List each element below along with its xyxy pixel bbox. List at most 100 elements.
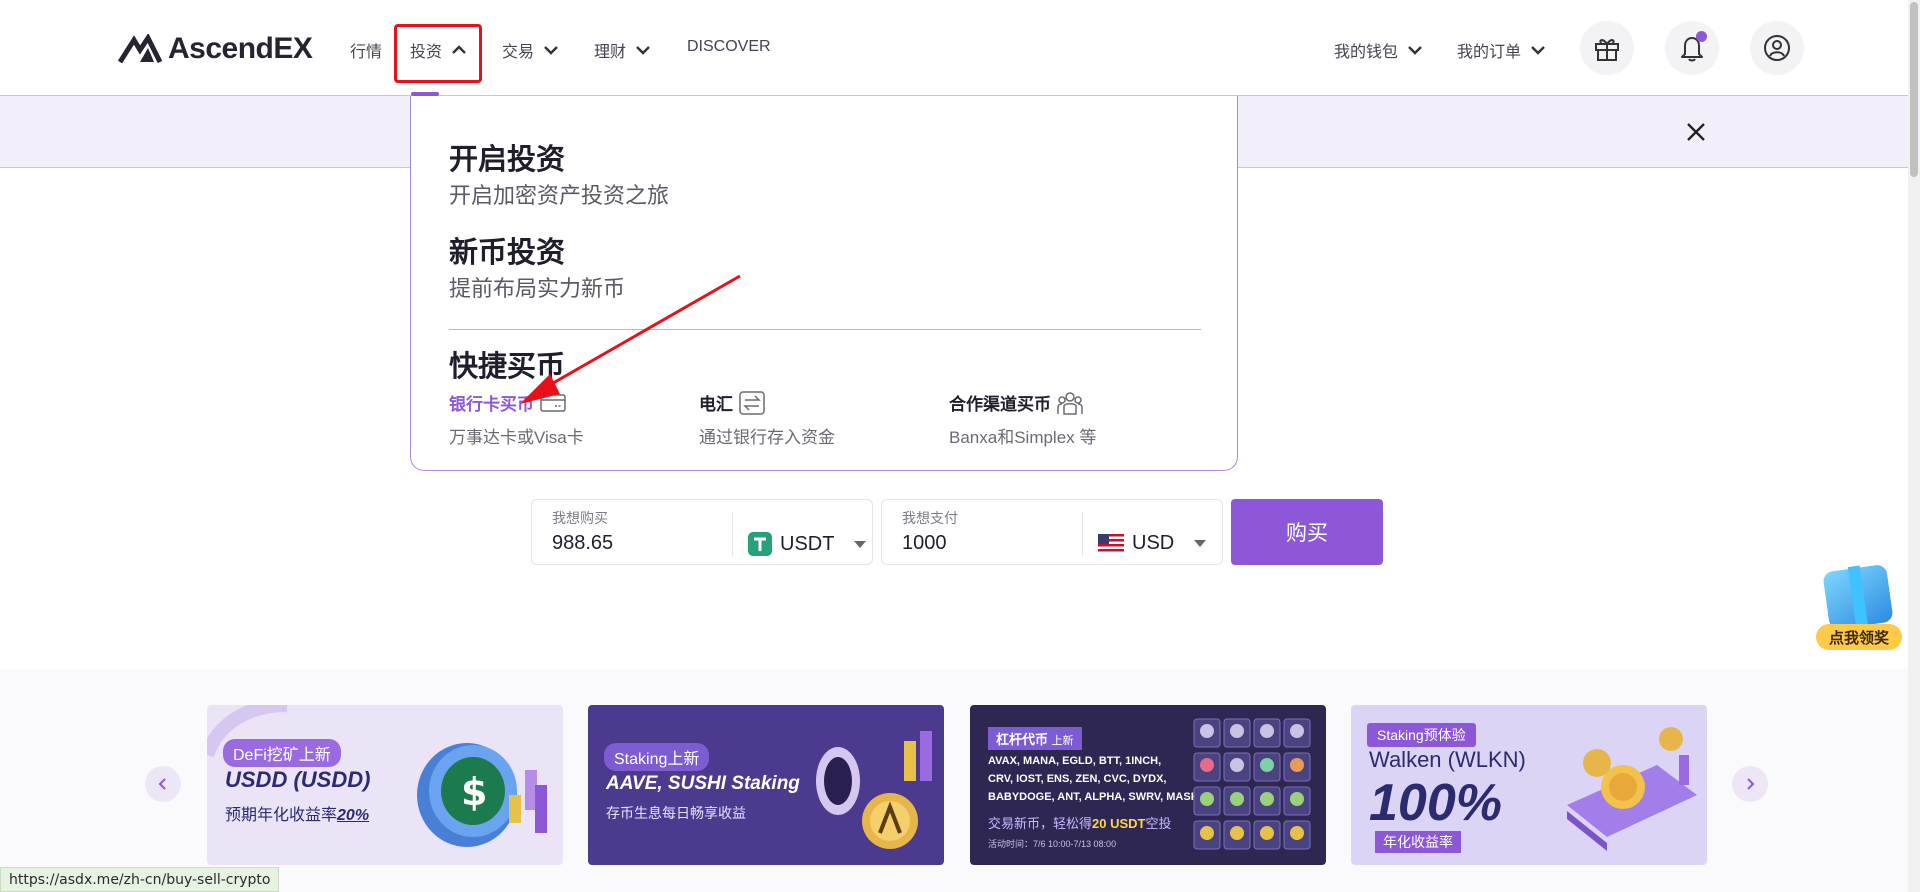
banner-tag-text: 杠杆代币 — [996, 732, 1049, 747]
banner-time: 活动时间：7/6 10:00-7/13 08:00 — [988, 839, 1117, 849]
usdt-icon — [748, 532, 772, 556]
quick-buy-partners-desc: Banxa和Simplex 等 — [949, 428, 1097, 447]
gift-icon — [1595, 39, 1619, 61]
svg-text:$: $ — [461, 770, 487, 814]
banner-title: AAVE, SUSHI Staking — [606, 773, 800, 794]
banner-tag: Staking预体验 — [1367, 723, 1476, 747]
buy-amount-field[interactable]: 我想购买 988.65 USDT — [531, 499, 873, 565]
banner-title: USDD (USDD) — [225, 767, 371, 792]
nav-markets-label: 行情 — [350, 44, 383, 61]
credit-card-icon — [540, 393, 566, 412]
quick-buy-card-desc: 万事达卡或Visa卡 — [449, 428, 584, 447]
close-icon — [1687, 123, 1705, 141]
ascendex-logo[interactable]: AscendEX — [118, 32, 313, 66]
chevron-down-icon — [544, 46, 558, 55]
brand-name: AscendEX — [168, 32, 313, 65]
buy-amount-label: 我想购买 — [552, 510, 608, 526]
promo-banner-walken[interactable]: Staking预体验 Walken (WLKN) 100% 年化收益率 — [1351, 705, 1707, 865]
nav-trade[interactable]: 交易 — [502, 38, 560, 62]
banner-coins-line3: BABYDOGE, ANT, ALPHA, SWRV, MASK — [988, 791, 1199, 803]
pay-currency-label: USD — [1132, 532, 1175, 554]
nav-discover[interactable]: DISCOVER — [687, 38, 771, 56]
nav-orders[interactable]: 我的订单 — [1457, 38, 1547, 62]
nav-orders-label: 我的订单 — [1457, 44, 1522, 61]
chevron-down-icon — [636, 46, 650, 55]
buy-currency-select[interactable]: USDT — [748, 532, 867, 556]
pay-amount-field[interactable]: 我想支付 1000 USD — [881, 499, 1223, 565]
start-invest-subtitle: 开启加密资产投资之旅 — [449, 183, 670, 208]
banner-tag-suffix: 上新 — [1051, 735, 1074, 747]
pay-amount-label: 我想支付 — [902, 510, 958, 526]
top-navbar: AscendEX 行情 投资 交易 理财 DISCOVER 我的钱包 我的订单 — [0, 0, 1920, 96]
quick-buy-card[interactable]: 银行卡买币 万事达卡或Visa卡 — [449, 390, 584, 448]
nav-discover-label: DISCOVER — [687, 38, 771, 55]
nav-wallet-label: 我的钱包 — [1334, 44, 1399, 61]
carousel-next-button[interactable] — [1732, 766, 1768, 802]
promo-banner-usdd[interactable]: DeFi挖矿上新 USDD (USDD) 预期年化收益率20% $ — [207, 705, 563, 865]
banner-subtitle: 存币生息每日畅享收益 — [606, 805, 746, 821]
quick-buy-partners[interactable]: 合作渠道买币 Banxa和Simplex 等 — [949, 390, 1096, 448]
banner-coins-line2: CRV, IOST, ENS, ZEN, CVC, DYDX, — [988, 773, 1167, 785]
caret-down-icon — [854, 540, 867, 548]
start-invest-title: 开启投资 — [449, 144, 566, 176]
quick-buy-partners-title: 合作渠道买币 — [949, 395, 1051, 414]
aave-coin-illustration — [816, 731, 932, 849]
banner-tag: 杠杆代币 上新 — [988, 727, 1082, 750]
nav-wallet[interactable]: 我的钱包 — [1334, 38, 1424, 62]
notifications-button[interactable] — [1665, 21, 1719, 75]
quick-buy-wire[interactable]: 电汇 通过银行存入资金 — [699, 390, 835, 448]
banner-coins-line1: AVAX, MANA, EGLD, BTT, 1INCH, — [988, 755, 1162, 767]
nav-finance[interactable]: 理财 — [594, 38, 652, 62]
banner-tag: Staking上新 — [604, 743, 710, 771]
promo-banner-leverage-tokens[interactable]: 杠杆代币 上新 AVAX, MANA, EGLD, BTT, 1INCH, CR… — [970, 705, 1326, 865]
quick-buy-card-title: 银行卡买币 — [449, 395, 534, 414]
buy-button[interactable]: 购买 — [1231, 499, 1383, 565]
annotation-highlight-box — [394, 24, 482, 83]
buy-currency-label: USDT — [780, 532, 835, 555]
partners-icon — [1057, 391, 1083, 415]
banner-subtitle: 预期年化收益率20% — [225, 801, 369, 825]
dropdown-divider — [449, 329, 1201, 330]
new-coin-invest-subtitle: 提前布局实力新币 — [449, 276, 626, 301]
token-grid-illustration — [1193, 718, 1311, 850]
banner-title: Walken (WLKN) — [1369, 747, 1526, 772]
banner-highlight: 20 USDT — [1092, 816, 1146, 831]
chevron-down-icon — [1408, 46, 1422, 55]
browser-status-url: https://asdx.me/zh-cn/buy-sell-crypto — [0, 867, 280, 892]
reward-label: 点我领奖 — [1816, 624, 1902, 650]
carousel-prev-button[interactable] — [145, 766, 181, 802]
quick-buy-wire-title: 电汇 — [699, 395, 733, 414]
banner-tag: DeFi挖矿上新 — [223, 739, 341, 767]
buy-amount-input[interactable]: 988.65 — [552, 532, 613, 555]
account-button[interactable] — [1750, 21, 1804, 75]
quick-buy-wire-desc: 通过银行存入资金 — [699, 428, 835, 447]
banner-subtitle-text: 交易新币，轻松得 — [988, 816, 1093, 831]
announcement-close-button[interactable] — [1680, 116, 1712, 148]
promo-banner-staking[interactable]: Staking上新 AAVE, SUSHI Staking 存币生息每日畅享收益 — [588, 705, 944, 865]
nav-markets[interactable]: 行情 — [350, 38, 382, 62]
nav-finance-label: 理财 — [594, 44, 627, 61]
scrollbar-thumb[interactable] — [1910, 2, 1918, 177]
quick-buy-title: 快捷买币 — [449, 351, 566, 383]
transfer-icon — [739, 390, 765, 415]
chevron-left-icon — [158, 778, 166, 790]
chevron-right-icon — [1747, 778, 1755, 790]
floating-reward-widget[interactable]: 点我领奖 — [1810, 562, 1904, 654]
us-flag-icon — [1098, 533, 1124, 554]
nav-trade-label: 交易 — [502, 44, 535, 61]
pay-amount-input[interactable]: 1000 — [902, 532, 947, 555]
banner-highlight: 20% — [337, 807, 370, 824]
banner-big-number: 100% — [1369, 774, 1502, 832]
banner-subtitle-text: 预期年化收益率 — [225, 807, 338, 824]
page: AscendEX 行情 投资 交易 理财 DISCOVER 我的钱包 我的订单 — [0, 0, 1920, 892]
new-coin-invest-title: 新币投资 — [449, 237, 566, 269]
pay-currency-select[interactable]: USD — [1098, 532, 1207, 555]
walken-phone-illustration — [1567, 727, 1697, 851]
caret-down-icon — [1194, 540, 1207, 547]
field-separator — [1082, 512, 1083, 556]
page-scrollbar[interactable] — [1908, 0, 1920, 892]
gift-button[interactable] — [1580, 21, 1634, 75]
chevron-down-icon — [1531, 46, 1545, 55]
ascendex-logo-icon — [118, 34, 162, 64]
notification-dot — [1696, 31, 1707, 42]
